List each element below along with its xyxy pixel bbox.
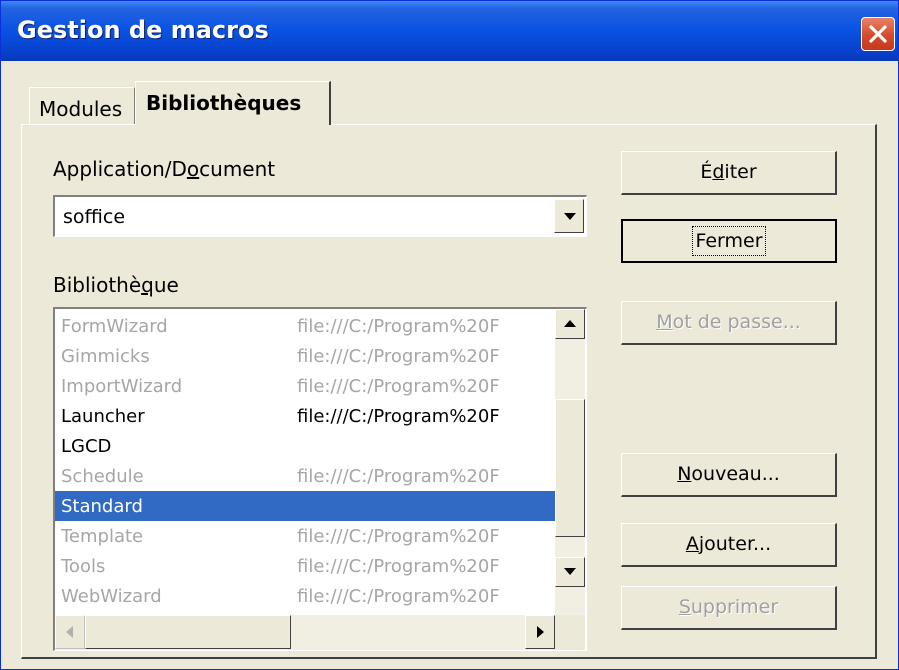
library-path: file:///C:/Program%20F — [297, 316, 500, 337]
application-select[interactable]: soffice — [53, 195, 587, 237]
vertical-scrollbar[interactable] — [555, 309, 585, 615]
library-name: Template — [61, 526, 144, 547]
close-button[interactable] — [861, 17, 895, 51]
horizontal-scroll-thumb[interactable] — [85, 615, 291, 649]
chevron-down-icon — [564, 213, 576, 220]
library-name: Gimmicks — [61, 346, 150, 367]
library-name: LGCD — [61, 436, 112, 457]
library-name: FormWizard — [61, 316, 168, 337]
edit-button-label: É — [700, 161, 713, 183]
library-path: file:///C:/Program%20F — [297, 346, 500, 367]
title-bar[interactable]: Gestion de macros — [1, 1, 898, 61]
library-name: Launcher — [61, 406, 145, 427]
library-rows: FormWizard file:///C:/Program%20F Gimmicks… — [55, 311, 555, 611]
macro-manager-dialog: Gestion de macros Modules Bibliothèques … — [0, 0, 899, 670]
tab-modules[interactable]: Modules — [29, 87, 135, 125]
arrow-left-icon — [66, 626, 73, 638]
list-item[interactable]: ImportWizard file:///C:/Program%20F — [55, 371, 555, 401]
delete-button-label: upprimer — [690, 596, 779, 618]
close-icon — [869, 25, 887, 43]
close-dialog-button-label: Fermer — [692, 226, 766, 256]
library-path: file:///C:/Program%20F — [297, 406, 500, 427]
list-item[interactable]: Tools file:///C:/Program%20F — [55, 551, 555, 581]
tab-bibliotheques[interactable]: Bibliothèques — [135, 81, 331, 125]
edit-button-label: iter — [724, 161, 757, 183]
library-path: file:///C:/Program%20F — [297, 466, 500, 487]
dialog-body: Modules Bibliothèques Application/Docume… — [1, 61, 898, 669]
tab-modules-label: Modules — [39, 97, 123, 121]
password-button-label: ot de passe... — [672, 311, 801, 333]
library-path: file:///C:/Program%20F — [297, 586, 500, 607]
password-button-mnemonic: M — [656, 311, 673, 333]
scrollbar-corner — [555, 615, 585, 650]
scroll-down-button[interactable] — [555, 557, 585, 587]
list-item[interactable]: WebWizard file:///C:/Program%20F — [55, 581, 555, 611]
scroll-left-button[interactable] — [55, 615, 85, 649]
list-item[interactable]: Schedule file:///C:/Program%20F — [55, 461, 555, 491]
new-button-label: ouveau... — [691, 463, 780, 485]
scroll-right-button[interactable] — [525, 615, 555, 649]
close-dialog-button[interactable]: Fermer — [621, 219, 837, 263]
scroll-up-button[interactable] — [555, 309, 585, 339]
arrow-right-icon — [537, 626, 544, 638]
application-dropdown-button[interactable] — [554, 199, 584, 233]
library-name: Schedule — [61, 466, 144, 487]
new-button[interactable]: Nouveau... — [621, 453, 837, 497]
application-label-mnemonic: o — [186, 157, 200, 181]
add-button[interactable]: Ajouter... — [621, 523, 837, 567]
library-label-part: ue — [153, 273, 179, 297]
vertical-scroll-thumb[interactable] — [555, 399, 585, 537]
password-button[interactable]: Mot de passe... — [621, 301, 837, 345]
library-path: file:///C:/Program%20F — [297, 526, 500, 547]
arrow-down-icon — [564, 568, 576, 575]
add-button-label: jouter... — [698, 533, 772, 555]
list-item[interactable]: Template file:///C:/Program%20F — [55, 521, 555, 551]
list-item[interactable]: LGCD — [55, 431, 555, 461]
new-button-mnemonic: N — [677, 463, 692, 485]
tab-bibliotheques-label: Bibliothèques — [146, 91, 302, 115]
library-label: Bibliothèque — [53, 273, 179, 297]
edit-button[interactable]: Éditer — [621, 151, 837, 195]
delete-button-mnemonic: S — [678, 596, 691, 618]
library-list[interactable]: FormWizard file:///C:/Program%20F Gimmicks… — [53, 307, 587, 651]
library-path: file:///C:/Program%20F — [297, 376, 500, 397]
horizontal-scrollbar[interactable] — [55, 615, 555, 650]
list-item[interactable]: Standard — [55, 491, 555, 521]
edit-button-mnemonic: d — [712, 161, 725, 183]
window-title: Gestion de macros — [17, 16, 269, 44]
application-value: soffice — [63, 206, 126, 228]
library-label-mnemonic: q — [141, 273, 154, 297]
library-label-part: Bibliothè — [53, 273, 142, 297]
library-path: file:///C:/Program%20F — [297, 556, 500, 577]
application-label-part: Application/D — [53, 157, 187, 181]
delete-button[interactable]: Supprimer — [621, 586, 837, 630]
library-name: ImportWizard — [61, 376, 183, 397]
list-item[interactable]: FormWizard file:///C:/Program%20F — [55, 311, 555, 341]
list-item[interactable]: Gimmicks file:///C:/Program%20F — [55, 341, 555, 371]
library-name: Standard — [61, 496, 143, 517]
library-name: Tools — [61, 556, 106, 577]
application-label-part: cument — [199, 157, 276, 181]
application-label: Application/Document — [53, 157, 275, 181]
arrow-up-icon — [564, 320, 576, 327]
list-item[interactable]: Launcher file:///C:/Program%20F — [55, 401, 555, 431]
library-name: WebWizard — [61, 586, 162, 607]
add-button-mnemonic: A — [685, 533, 699, 555]
